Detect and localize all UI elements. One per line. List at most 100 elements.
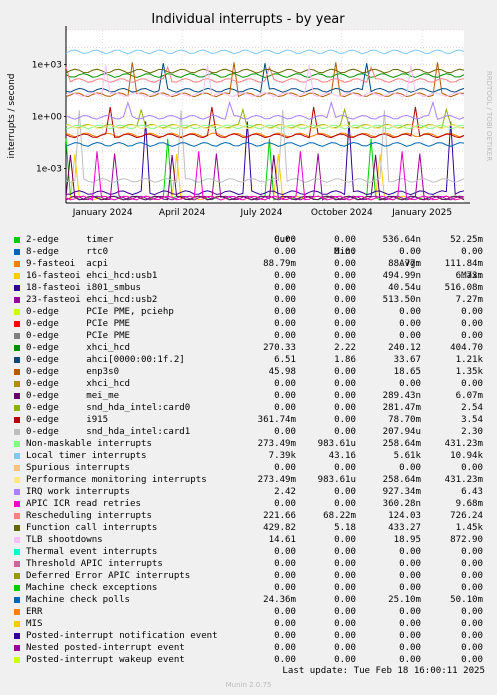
legend-swatch [14, 501, 20, 507]
series-name: 0-edge [26, 343, 59, 353]
series-name: 0-edge [26, 319, 59, 329]
label-spacer [59, 427, 86, 437]
value-min: 0.00 [334, 403, 356, 413]
value-avg: 5.61k [393, 451, 421, 461]
series-name: IRQ work interrupts [26, 487, 131, 497]
value-min: 0.00 [334, 367, 356, 377]
legend-label: Thermal event interrupts [26, 546, 157, 558]
legend-label: 0-edge ahci[0000:00:1f.2] [26, 354, 185, 366]
value-avg: 0.00 [399, 547, 421, 557]
label-spacer [59, 367, 86, 377]
legend-row: Performance monitoring interrupts 273.49m… [12, 474, 492, 486]
legend-label: Non-maskable interrupts [26, 438, 152, 450]
value-max: 0.00 [461, 547, 483, 557]
legend-swatch [14, 621, 20, 627]
value-min: 0.00 [334, 499, 356, 509]
value-avg: 289.43n [382, 391, 421, 401]
legend-swatch [14, 453, 20, 459]
series-name: Spurious interrupts [26, 463, 131, 473]
legend-label: Performance monitoring interrupts [26, 474, 207, 486]
legend-label: Posted-interrupt wakeup event [26, 654, 185, 666]
value-max: 431.23m [444, 475, 483, 485]
series-name: 18-fasteoi [26, 283, 81, 293]
legend-swatch [14, 489, 20, 495]
value-avg: 0.00 [399, 583, 421, 593]
value-avg: 0.00 [399, 607, 421, 617]
legend-label: 2-edge timer [26, 234, 114, 246]
legend-row: Posted-interrupt wakeup event 0.00 0.00 0.0… [12, 654, 492, 666]
series-desc: mei_me [86, 391, 120, 401]
value-max: 0.00 [461, 619, 483, 629]
series-desc: rtc0 [86, 247, 109, 257]
value-avg: 0.00 [399, 463, 421, 473]
value-max: 0.00 [461, 607, 483, 617]
series-name: Nested posted-interrupt event [26, 643, 185, 653]
legend-swatch [14, 585, 20, 591]
value-max: 0.00 [461, 631, 483, 641]
legend-swatch [14, 525, 20, 531]
value-max: 0.00 [461, 643, 483, 653]
legend-label: Posted-interrupt notification event [26, 630, 218, 642]
value-max: 1.21k [455, 355, 483, 365]
value-min: 0.00 [334, 619, 356, 629]
legend-swatch [14, 465, 20, 471]
y-tick-label: 1e+03 [32, 61, 62, 71]
series-desc: ehci_hcd:usb1 [86, 271, 158, 281]
value-min: 0.00 [334, 247, 356, 257]
value-avg: 78.70m [388, 415, 421, 425]
value-avg: 88.77m [388, 259, 421, 269]
series-desc: snd_hda_intel:card1 [86, 427, 191, 437]
legend-row: IRQ work interrupts 2.42 0.00 927.34m 6.43 [12, 486, 492, 498]
series-desc: acpi [86, 259, 109, 269]
legend-swatch [14, 369, 20, 375]
legend-swatch [14, 573, 20, 579]
legend-label: 18-fasteoi i801_smbus [26, 282, 141, 294]
label-spacer [75, 259, 86, 269]
legend-swatch [14, 441, 20, 447]
legend-row: MIS 0.00 0.00 0.00 0.00 [12, 618, 492, 630]
value-max: 0.00 [461, 307, 483, 317]
legend-row: Nested posted-interrupt event 0.00 0.00 0.0… [12, 642, 492, 654]
series-desc: ahci[0000:00:1f.2] [86, 355, 185, 365]
legend-row: 0-edge ahci[0000:00:1f.2] 6.51 1.86 33.67 1.… [12, 354, 492, 366]
value-min: 0.00 [334, 259, 356, 269]
legend-swatch [14, 645, 20, 651]
legend-label: 8-edge rtc0 [26, 246, 108, 258]
series-name: Thermal event interrupts [26, 547, 158, 557]
value-avg: 0.00 [399, 655, 421, 665]
value-avg: 258.64m [382, 439, 421, 449]
series-name: Deferred Error APIC interrupts [26, 571, 191, 581]
value-avg: 18.65 [393, 367, 421, 377]
series-name: 8-edge [26, 247, 59, 257]
legend-label: IRQ work interrupts [26, 486, 130, 498]
value-max: 0.00 [461, 571, 483, 581]
label-spacer [59, 403, 86, 413]
legend-swatch [14, 513, 20, 519]
series-name: Performance monitoring interrupts [26, 475, 207, 485]
series-name: Machine check polls [26, 595, 131, 605]
value-avg: 207.94u [382, 427, 421, 437]
legend-swatch [14, 381, 20, 387]
y-tick-label: 1e-03 [36, 164, 62, 174]
value-min: 0.00 [334, 319, 356, 329]
legend-swatch [14, 249, 20, 255]
series-name: Posted-interrupt notification event [26, 631, 218, 641]
value-min: 0.00 [334, 655, 356, 665]
label-spacer [59, 331, 86, 341]
series-name: APIC ICR read retries [26, 499, 141, 509]
value-avg: 0.00 [399, 631, 421, 641]
legend-swatch [14, 561, 20, 567]
series-name: Rescheduling interrupts [26, 511, 152, 521]
legend-label: Machine check exceptions [26, 582, 157, 594]
value-max: 1.45k [455, 523, 483, 533]
legend-label: 0-edge i915 [26, 414, 108, 426]
series-name: Function call interrupts [26, 523, 158, 533]
legend-row: Threshold APIC interrupts 0.00 0.00 0.00 0.0… [12, 558, 492, 570]
value-avg: 0.00 [399, 619, 421, 629]
legend-swatch [14, 261, 20, 267]
legend-label: Function call interrupts [26, 522, 157, 534]
value-avg: 433.27 [388, 523, 421, 533]
legend-label: 23-fasteoi ehci_hcd:usb2 [26, 294, 157, 306]
series-name: 2-edge [26, 235, 59, 245]
series-name: 0-edge [26, 427, 59, 437]
